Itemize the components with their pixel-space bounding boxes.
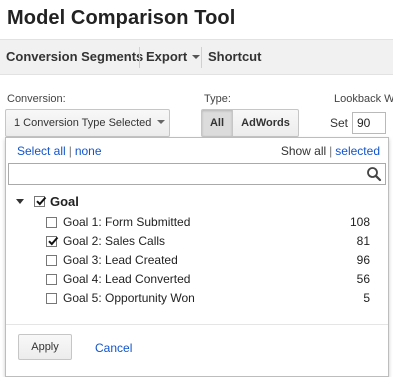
goal-checkbox[interactable] — [46, 217, 57, 228]
export-label: Export — [146, 49, 188, 64]
link-divider: | — [68, 144, 72, 158]
conversion-segments-menu[interactable]: Conversion Segments — [6, 40, 143, 74]
goal-count: 81 — [356, 234, 370, 248]
show-links: Show all | selected — [281, 144, 380, 158]
goal-row[interactable]: Goal 2: Sales Calls 81 — [6, 232, 386, 250]
page-title: Model Comparison Tool — [7, 7, 236, 29]
apply-button[interactable]: Apply — [18, 334, 72, 360]
triangle-down-icon[interactable] — [16, 199, 24, 204]
toolbar-divider — [201, 47, 202, 68]
conversion-type-dropdown[interactable]: 1 Conversion Type Selected — [5, 109, 170, 137]
conversion-type-value: 1 Conversion Type Selected — [14, 117, 152, 129]
goal-row[interactable]: Goal 5: Opportunity Won 5 — [6, 289, 386, 307]
show-selected-link[interactable]: selected — [335, 144, 380, 158]
goal-row[interactable]: Goal 4: Lead Converted 56 — [6, 270, 386, 288]
conversion-segments-label: Conversion Segments — [6, 49, 144, 64]
goal-row[interactable]: Goal 3: Lead Created 96 — [6, 251, 386, 269]
lookback-label: Lookback W — [334, 93, 393, 105]
checkmark-icon — [36, 196, 47, 206]
shortcut-label: Shortcut — [208, 49, 262, 64]
cancel-link[interactable]: Cancel — [95, 341, 132, 355]
conversion-label: Conversion: — [7, 93, 66, 105]
lookback-window-input[interactable]: 90 — [352, 112, 386, 134]
link-divider: | — [329, 144, 333, 158]
toolbar: Conversion Segments Export Shortcut — [0, 39, 393, 75]
checkmark-icon — [48, 236, 59, 246]
goal-group-label: Goal — [50, 194, 79, 209]
select-links: Select all | none — [17, 144, 102, 158]
goal-count: 56 — [356, 272, 370, 286]
goal-label: Goal 1: Form Submitted — [63, 215, 191, 229]
search-icon[interactable] — [366, 166, 382, 182]
select-none-link[interactable]: none — [75, 144, 102, 158]
chevron-down-icon — [192, 54, 201, 59]
goal-checkbox[interactable] — [46, 236, 59, 247]
shortcut-menu[interactable]: Shortcut — [208, 40, 261, 74]
goal-checkbox[interactable] — [46, 274, 57, 285]
goal-label: Goal 3: Lead Created — [63, 253, 178, 267]
search-field[interactable] — [8, 163, 386, 185]
export-menu[interactable]: Export — [146, 40, 201, 74]
type-adwords-button[interactable]: AdWords — [232, 109, 299, 137]
goal-label: Goal 5: Opportunity Won — [63, 291, 195, 305]
type-label: Type: — [204, 93, 231, 105]
select-all-link[interactable]: Select all — [17, 144, 66, 158]
goal-count: 5 — [363, 291, 370, 305]
goal-checkbox[interactable] — [46, 293, 57, 304]
conversion-type-panel: Select all | none Show all | selected Goal G… — [5, 137, 389, 377]
type-all-button[interactable]: All — [201, 109, 233, 137]
goal-label: Goal 2: Sales Calls — [63, 234, 166, 248]
chevron-down-icon — [157, 120, 166, 125]
toolbar-divider — [139, 47, 140, 68]
goal-row[interactable]: Goal 1: Form Submitted 108 — [6, 213, 386, 231]
panel-divider — [6, 324, 388, 325]
set-label: Set — [330, 116, 349, 130]
goal-group-checkbox[interactable] — [34, 196, 47, 207]
show-all-link[interactable]: Show all — [281, 144, 326, 158]
goal-count: 108 — [349, 215, 370, 229]
goal-checkbox[interactable] — [46, 255, 57, 266]
goal-label: Goal 4: Lead Converted — [63, 272, 191, 286]
goal-count: 96 — [356, 253, 370, 267]
